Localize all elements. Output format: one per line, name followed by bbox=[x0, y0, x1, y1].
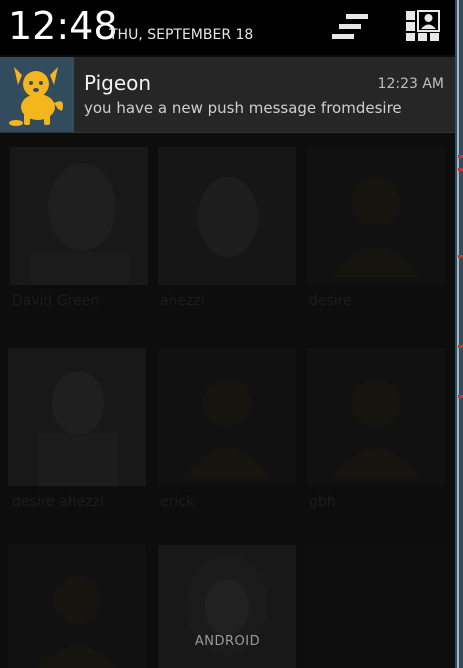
carrier-label: ANDROID bbox=[194, 634, 261, 649]
user-settings-icon[interactable] bbox=[405, 10, 441, 42]
edge-strip bbox=[455, 0, 463, 668]
quick-settings-toggle-icon[interactable] bbox=[330, 12, 370, 42]
notification-text: you have a new push message fromdesire bbox=[84, 99, 402, 117]
date: THU, SEPTEMBER 18 bbox=[109, 27, 254, 43]
notification-card[interactable]: Pigeon 12:23 AM you have a new push mess… bbox=[0, 57, 455, 133]
notification-title: Pigeon bbox=[84, 71, 152, 95]
clock: 12:48 bbox=[8, 4, 118, 48]
pigeon-dog-icon bbox=[0, 57, 74, 132]
notification-shade-header: 12:48 THU, SEPTEMBER 18 bbox=[0, 0, 455, 55]
notification-time: 12:23 AM bbox=[377, 76, 444, 92]
